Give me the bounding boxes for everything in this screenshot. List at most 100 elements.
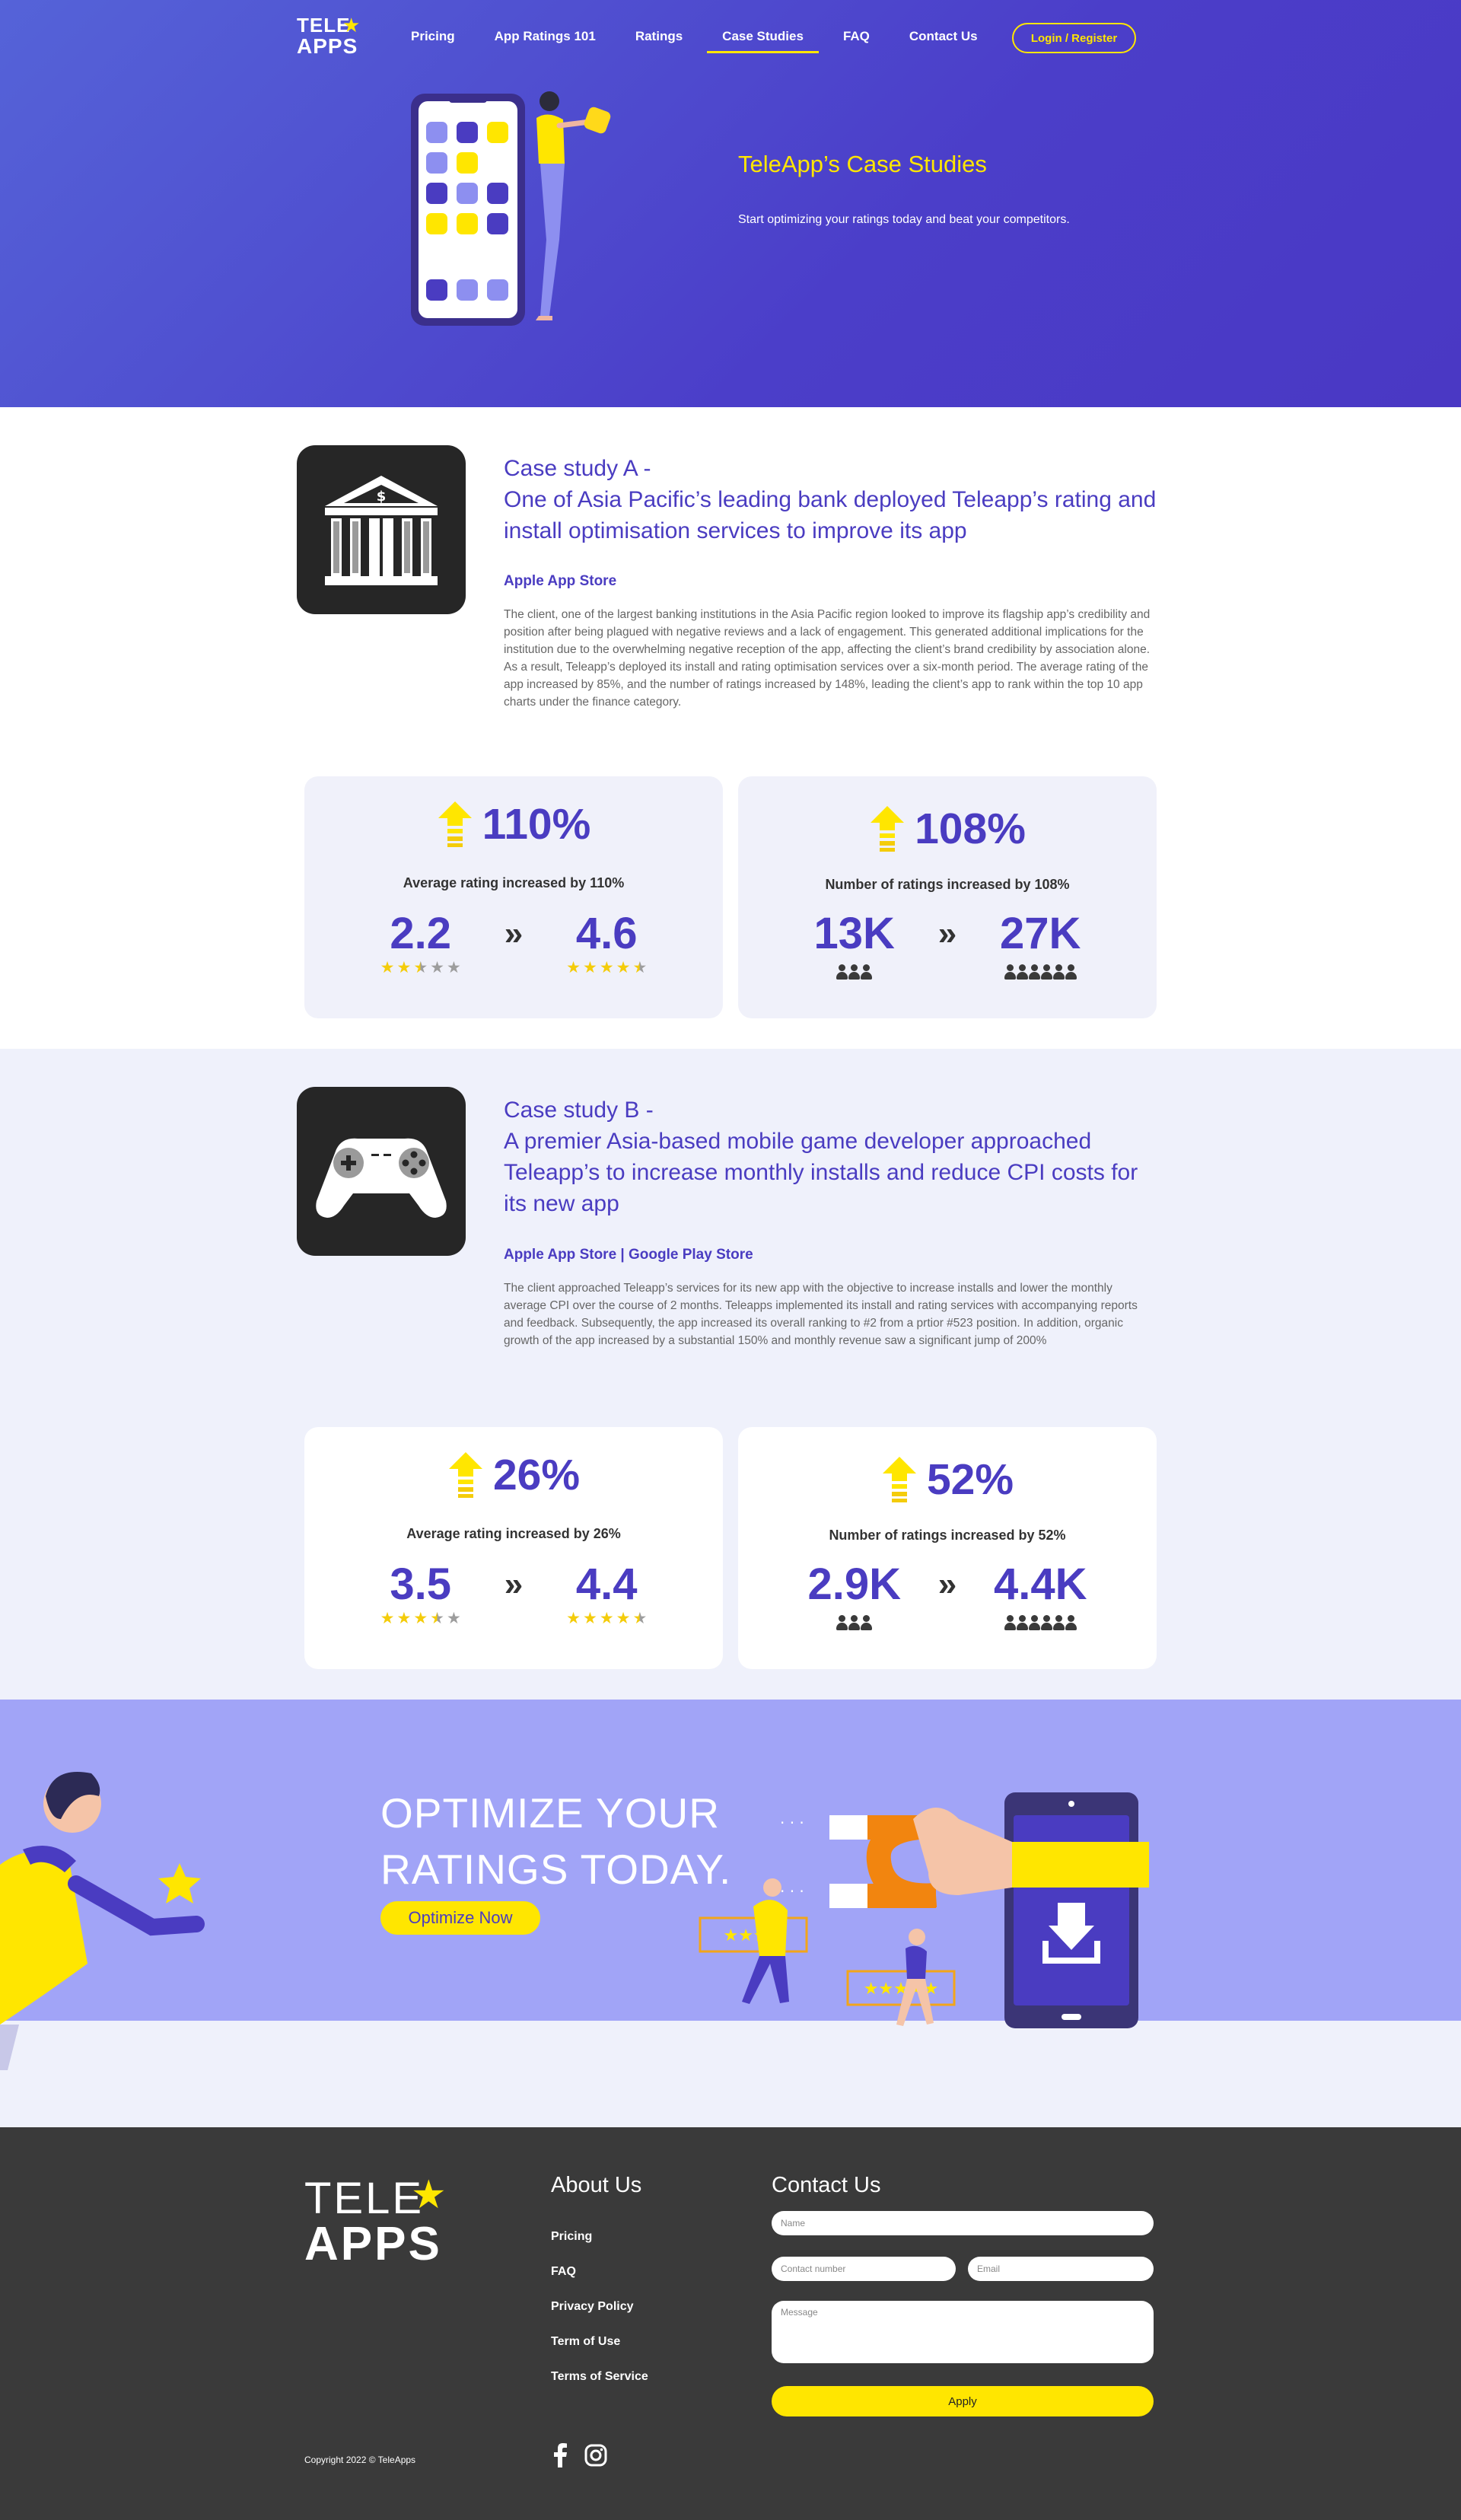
case-a-rating-card: 110% Average rating increased by 110% 2.… — [304, 776, 723, 1018]
star-rating: ★ ★ ★ ★ ★ — [566, 1610, 647, 1626]
star-icon: ★ — [599, 959, 614, 976]
case-study-a: $ Case study A - One of Asia Pacific’s l… — [0, 407, 1461, 1049]
gamepad-icon — [297, 1087, 466, 1256]
email-field[interactable]: Email — [968, 2257, 1154, 2281]
phone-woman-illustration — [411, 91, 611, 326]
star-icon: ★ — [411, 2173, 447, 2217]
cta-title: OPTIMIZE YOUR RATINGS TODAY. — [380, 1785, 731, 1897]
stat-from-value: 2.9K — [807, 1559, 901, 1609]
case-a-title: Case study A - One of Asia Pacific’s lea… — [504, 453, 1166, 546]
bank-icon: $ — [297, 445, 466, 614]
magnet-phone-illustration: · · · · · · ★★★★ ★★★★★ — [699, 1792, 1149, 2028]
star-icon: ★ — [632, 959, 648, 976]
person-icon — [1028, 1615, 1040, 1632]
stat-row: 3.5 ★ ★ ★ ★ ★ » 4.4 ★ ★ ★ ★ ★ — [304, 1559, 723, 1627]
hero-section: TELE APPS ★ Pricing App Ratings 101 Rati… — [0, 0, 1461, 407]
person-icon — [1004, 1615, 1016, 1632]
person-icon — [1052, 1615, 1065, 1632]
stat-head: 26% — [304, 1450, 723, 1500]
case-b-body-p1: The client approached Teleapp’s services… — [504, 1282, 1138, 1347]
case-study-b: Case study B - A premier Asia-based mobi… — [0, 1049, 1461, 1700]
login-register-button[interactable]: Login / Register — [1012, 23, 1136, 53]
facebook-icon[interactable] — [552, 2443, 568, 2467]
star-icon: ★ — [446, 1610, 461, 1627]
case-a-title-line1: Case study A - — [504, 456, 651, 481]
person-icon — [1040, 964, 1052, 981]
instagram-icon[interactable] — [584, 2444, 607, 2467]
case-b-ratings-count-card: 52% Number of ratings increased by 52% 2… — [738, 1427, 1157, 1669]
apply-button[interactable]: Apply — [772, 2386, 1154, 2416]
contact-us-title: Contact Us — [772, 2173, 881, 2197]
case-a-title-line2: One of Asia Pacific’s leading bank deplo… — [504, 487, 1157, 543]
up-arrow-icon — [438, 801, 472, 847]
person-icon — [1016, 964, 1028, 981]
person-icon — [1065, 964, 1077, 981]
stat-head: 52% — [738, 1454, 1157, 1505]
main-nav: Pricing App Ratings 101 Ratings Case Stu… — [396, 23, 1002, 53]
hero-title: TeleApp’s Case Studies — [738, 151, 987, 177]
star-icon: ★ — [566, 959, 581, 976]
person-icon — [1004, 964, 1016, 981]
star-icon: ★ — [342, 14, 361, 37]
person-icon — [1028, 964, 1040, 981]
stat-row: 2.2 ★ ★ ★ ★ ★ » 4.6 ★ ★ ★ ★ ★ — [304, 910, 723, 976]
person-icon — [861, 1615, 873, 1632]
logo[interactable]: TELE APPS ★ — [297, 15, 365, 59]
copyright: Copyright 2022 © TeleApps — [304, 2455, 416, 2465]
case-b-rating-card: 26% Average rating increased by 26% 3.5 ★… — [304, 1427, 723, 1669]
double-chevron-icon: » — [937, 915, 957, 952]
footer-link-faq[interactable]: FAQ — [551, 2265, 648, 2300]
double-chevron-icon: » — [504, 915, 524, 952]
up-arrow-icon — [448, 1452, 482, 1498]
case-b-title-line2: A premier Asia-based mobile game develop… — [504, 1129, 1138, 1216]
contact-number-field[interactable]: Contact number — [772, 2257, 956, 2281]
nav-pricing[interactable]: Pricing — [396, 23, 470, 53]
person-icon — [1016, 1615, 1028, 1632]
name-field[interactable]: Name — [772, 2211, 1154, 2235]
svg-text:· · ·: · · · — [780, 1882, 804, 1900]
star-rating: ★ ★ ★ ★ ★ — [380, 960, 461, 976]
star-icon: ★ — [396, 959, 412, 976]
nav-faq[interactable]: FAQ — [828, 23, 885, 53]
man-with-star-illustration — [0, 1772, 205, 2070]
message-field[interactable]: Message — [772, 2301, 1154, 2363]
stat-label: Number of ratings increased by 52% — [829, 1528, 1066, 1543]
footer-link-terms-of-service[interactable]: Terms of Service — [551, 2370, 648, 2405]
person-icon — [861, 964, 873, 981]
svg-text:· · ·: · · · — [780, 1814, 804, 1832]
double-chevron-icon: » — [504, 1566, 524, 1603]
stat-label: Average rating increased by 110% — [403, 875, 625, 890]
star-icon: ★ — [632, 1610, 648, 1627]
social-links — [552, 2443, 607, 2467]
people-icon — [1004, 1615, 1077, 1632]
footer-link-pricing[interactable]: Pricing — [551, 2230, 648, 2265]
cta-title-line1: OPTIMIZE YOUR — [380, 1789, 720, 1837]
footer-link-term-of-use[interactable]: Term of Use — [551, 2335, 648, 2370]
star-rating: ★ ★ ★ ★ ★ — [380, 1610, 461, 1626]
nav-contact[interactable]: Contact Us — [894, 23, 993, 53]
star-icon: ★ — [446, 959, 461, 976]
person-icon — [836, 1615, 848, 1632]
person-icon — [848, 964, 861, 981]
person-icon — [1052, 964, 1065, 981]
optimize-now-button[interactable]: Optimize Now — [380, 1901, 540, 1935]
stat-from-value: 2.2 — [390, 909, 452, 958]
double-chevron-icon: » — [937, 1566, 957, 1603]
case-a-store: Apple App Store — [504, 573, 617, 589]
nav-app-ratings[interactable]: App Ratings 101 — [479, 23, 611, 53]
star-icon: ★ — [430, 959, 444, 976]
stat-to-value: 4.4 — [575, 1559, 638, 1609]
star-icon: ★ — [430, 1610, 444, 1627]
star-icon: ★ — [599, 1610, 614, 1627]
footer-link-privacy[interactable]: Privacy Policy — [551, 2300, 648, 2335]
case-b-title-line1: Case study B - — [504, 1098, 654, 1123]
nav-case-studies[interactable]: Case Studies — [707, 23, 819, 53]
case-b-body: The client approached Teleapp’s services… — [504, 1279, 1151, 1349]
up-arrow-icon — [871, 806, 905, 852]
stat-label: Average rating increased by 26% — [406, 1526, 621, 1541]
footer-logo[interactable]: TELE APPS ★ — [304, 2173, 457, 2276]
nav-ratings[interactable]: Ratings — [620, 23, 698, 53]
stat-percent: 108% — [915, 804, 1026, 853]
stat-percent: 52% — [926, 1455, 1014, 1504]
case-b-store: Apple App Store | Google Play Store — [504, 1247, 753, 1263]
